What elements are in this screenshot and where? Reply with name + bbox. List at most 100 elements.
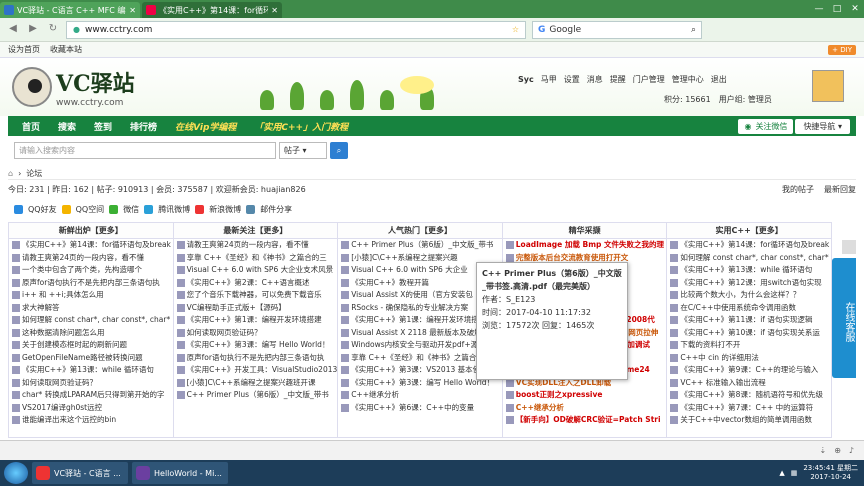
search-input[interactable]: 请输入搜索内容 bbox=[14, 142, 276, 159]
list-item[interactable]: 《实用C++》第14课：for循环语句及break bbox=[667, 239, 831, 252]
user-group[interactable]: 用户组: 管理员 bbox=[719, 94, 772, 105]
share-sina[interactable]: 新浪微博 bbox=[209, 204, 241, 215]
user-link-admin[interactable]: 管理中心 bbox=[672, 74, 704, 85]
column-header[interactable]: 最新关注【更多】 bbox=[173, 223, 338, 239]
close-icon[interactable]: ✕ bbox=[129, 6, 136, 15]
browser-tab-2[interactable]: 《实用C++》第14课：for循环语句 ✕ bbox=[142, 2, 282, 18]
online-service-panel[interactable]: 在线客服 bbox=[832, 258, 856, 378]
list-item[interactable]: 《实用C++》第14课：for循环语句及break bbox=[9, 239, 173, 252]
list-item[interactable]: LoadImage 加载 Bmp 文件失败之我的理 bbox=[503, 239, 667, 252]
menu-home[interactable]: 首页 bbox=[14, 120, 48, 133]
list-item[interactable]: 《实用C++》第6课：C++中的变量 bbox=[338, 402, 502, 415]
list-item[interactable]: C++继承分析 bbox=[338, 389, 502, 402]
clock[interactable]: 23:45:41 星期二 2017-10-24 bbox=[803, 464, 858, 482]
menu-vip[interactable]: 在线Vip学编程 bbox=[167, 120, 244, 133]
menu-checkin[interactable]: 签到 bbox=[86, 120, 120, 133]
bookmark-fav[interactable]: 收藏本站 bbox=[50, 44, 82, 55]
refresh-icon[interactable]: ↻ bbox=[46, 23, 60, 37]
list-item[interactable]: 《实用C++》第12课：用switch语句实现 bbox=[667, 277, 831, 290]
search-icon[interactable]: ⌕ bbox=[691, 25, 696, 35]
list-item[interactable]: 《实用C++》第3课：编写 Hello World！ bbox=[174, 339, 338, 352]
list-item[interactable]: 《实用C++》第11课：if 语句实现逻辑 bbox=[667, 314, 831, 327]
user-link-majia[interactable]: 马甲 bbox=[541, 74, 557, 85]
user-link-messages[interactable]: 消息 bbox=[587, 74, 603, 85]
list-item[interactable]: C++ Primer Plus（第6版）_中文版_带书 bbox=[174, 389, 338, 402]
list-item[interactable]: 关于创建模态框时起的刷新问题 bbox=[9, 339, 173, 352]
credit[interactable]: 积分: 15661 bbox=[664, 94, 711, 105]
home-icon[interactable]: ⌂ bbox=[8, 169, 13, 178]
share-wechat[interactable]: 微信 bbox=[123, 204, 139, 215]
list-item[interactable]: 在C/C++中使用系统命令调用函数 bbox=[667, 302, 831, 315]
volume-icon[interactable]: ♪ bbox=[849, 446, 854, 455]
minimize-icon[interactable]: — bbox=[810, 4, 828, 14]
share-mail[interactable]: 邮件分享 bbox=[260, 204, 292, 215]
close-icon[interactable]: ✕ bbox=[271, 6, 278, 15]
menu-ranking[interactable]: 排行榜 bbox=[122, 120, 165, 133]
list-item[interactable]: 《实用C++》第8课：随机语符号和优先级 bbox=[667, 389, 831, 402]
site-logo[interactable]: VC驿站 www.cctry.com bbox=[12, 66, 135, 108]
start-button[interactable] bbox=[4, 462, 28, 484]
share-qq[interactable]: QQ好友 bbox=[28, 204, 57, 215]
zoom-icon[interactable]: ⊕ bbox=[834, 446, 841, 455]
list-item[interactable]: 这种数据清除问题怎么用 bbox=[9, 327, 173, 340]
list-item[interactable]: C++继承分析 bbox=[503, 402, 667, 415]
forward-icon[interactable]: ▶ bbox=[26, 23, 40, 37]
tray-icon[interactable]: ▲ bbox=[779, 469, 784, 477]
search-type-select[interactable]: 帖子 ▾ bbox=[279, 142, 327, 159]
list-item[interactable]: 请教王爽第24页的一段内容，看不懂 bbox=[174, 239, 338, 252]
maximize-icon[interactable]: □ bbox=[828, 4, 846, 14]
list-item[interactable]: 一个类中包含了两个类，先构造哪个 bbox=[9, 264, 173, 277]
column-header[interactable]: 精华采撷 bbox=[502, 223, 667, 239]
list-item[interactable]: 求大神解答 bbox=[9, 302, 173, 315]
share-qzone[interactable]: QQ空间 bbox=[76, 204, 105, 215]
list-item[interactable]: C++中 cin 的详细用法 bbox=[667, 352, 831, 365]
list-item[interactable]: boost正则之xpressive bbox=[503, 389, 667, 402]
list-item[interactable]: GetOpenFileName路径被转换问题 bbox=[9, 352, 173, 365]
list-item[interactable]: 如何理解 const char*, char const*, char* bbox=[9, 314, 173, 327]
list-item[interactable]: 【新手向】OD破解CRC验证=Patch Stri bbox=[503, 414, 667, 427]
list-item[interactable]: char* 转换成LPARAM后只得到第开始的字 bbox=[9, 389, 173, 402]
list-item[interactable]: 如何理解 const char*, char const*, char* bbox=[667, 252, 831, 265]
list-item[interactable]: VC++ 标准输入输出流程 bbox=[667, 377, 831, 390]
column-header[interactable]: 实用C++【更多】 bbox=[667, 223, 831, 239]
list-item[interactable]: 《实用C++》第13课：while 循环语句 bbox=[9, 364, 173, 377]
wechat-follow-button[interactable]: ◉ 关注微信 bbox=[738, 118, 794, 134]
taskbar-vs[interactable]: HelloWorld - Mi... bbox=[132, 462, 228, 484]
list-item[interactable]: 如何读取网页验证码？ bbox=[174, 327, 338, 340]
user-link-alerts[interactable]: 提醒 bbox=[610, 74, 626, 85]
side-top-icon[interactable] bbox=[842, 240, 856, 254]
back-icon[interactable]: ◀ bbox=[6, 23, 20, 37]
taskbar-browser[interactable]: VC驿站 - C语言 ... bbox=[32, 462, 128, 484]
list-item[interactable]: 关于C++中vector数组的简单调用函数 bbox=[667, 414, 831, 427]
menu-cpp-tutorial[interactable]: 「实用C++」入门教程 bbox=[246, 120, 356, 133]
list-item[interactable]: C++ Primer Plus（第6版）_中文版_带书 bbox=[338, 239, 502, 252]
list-item[interactable]: 《实用C++》第9课：C++的理论与输入 bbox=[667, 364, 831, 377]
list-item[interactable]: 《实用C++》第1课：编程开发环境搭建 bbox=[174, 314, 338, 327]
column-header[interactable]: 人气热门【更多】 bbox=[338, 223, 502, 239]
list-item[interactable]: 《实用C++》第2课：C++语言概述 bbox=[174, 277, 338, 290]
download-icon[interactable]: ⇣ bbox=[819, 446, 826, 455]
crumb-forum[interactable]: 论坛 bbox=[26, 168, 42, 179]
quick-nav-button[interactable]: 快捷导航 ▾ bbox=[795, 118, 850, 134]
list-item[interactable]: 享靠 C++《圣经》和《神书》之篇合的三 bbox=[174, 252, 338, 265]
username[interactable]: Syc bbox=[518, 75, 534, 84]
list-item[interactable]: 《实用C++》开发工具：VisualStudio2013 bbox=[174, 364, 337, 377]
share-tweibo[interactable]: 腾讯微博 bbox=[158, 204, 190, 215]
network-icon[interactable]: ▦ bbox=[791, 469, 798, 477]
user-link-settings[interactable]: 设置 bbox=[564, 74, 580, 85]
column-header[interactable]: 新鲜出炉【更多】 bbox=[9, 223, 173, 239]
star-icon[interactable]: ☆ bbox=[512, 25, 519, 34]
list-item[interactable]: i++ 和 ++i;具体怎么用 bbox=[9, 289, 173, 302]
list-item[interactable]: 谁能编译出来这个远控的bin bbox=[9, 414, 173, 427]
list-item[interactable]: 比较两个数大小，为什么会这样？？ bbox=[667, 289, 831, 302]
user-link-logout[interactable]: 退出 bbox=[711, 74, 727, 85]
list-item[interactable]: 如何读取网页验证码？ bbox=[9, 377, 173, 390]
avatar[interactable] bbox=[812, 70, 844, 102]
user-link-portal[interactable]: 门户管理 bbox=[633, 74, 665, 85]
bookmark-home[interactable]: 设为首页 bbox=[8, 44, 40, 55]
my-posts-link[interactable]: 我的帖子 bbox=[782, 184, 814, 195]
list-item[interactable]: [小猿]C\C++系编程之提案兴趣班开课 bbox=[174, 377, 338, 390]
url-input[interactable]: ● www.cctry.com ☆ bbox=[66, 20, 526, 39]
list-item[interactable]: 请教王爽第24页的一段内容，看不懂 bbox=[9, 252, 173, 265]
close-window-icon[interactable]: ✕ bbox=[846, 4, 864, 14]
